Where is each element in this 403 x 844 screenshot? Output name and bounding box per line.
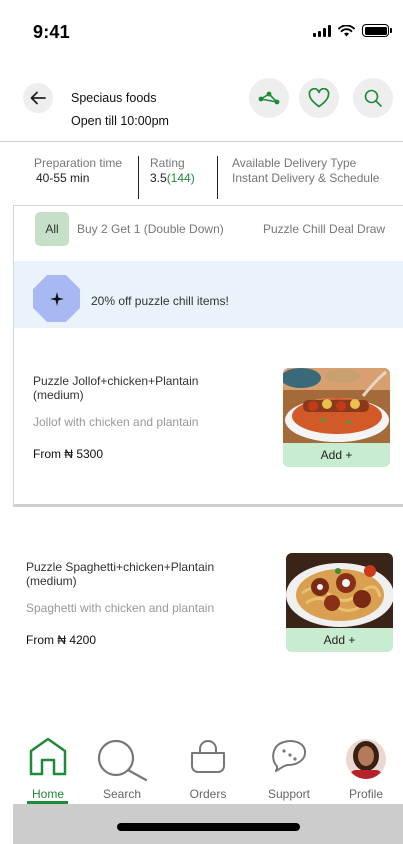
item-name: Puzzle Spaghetti+chicken+Plantain (mediu…	[26, 560, 215, 588]
item-description: Jollof with chicken and plantain	[33, 415, 199, 429]
deal-tabs: All Buy 2 Get 1 (Double Down) Puzzle Chi…	[35, 212, 385, 246]
item-image-card: Add +	[283, 368, 390, 467]
nav-item-orders[interactable]: Orders	[173, 734, 243, 804]
delivery-info: Available Delivery Type Instant Delivery…	[232, 156, 379, 186]
rating-info: Rating 3.5(144)	[150, 156, 195, 186]
home-indicator[interactable]	[117, 823, 300, 831]
chat-bubble-icon	[272, 740, 307, 772]
prep-time-value: 40-55 min	[36, 171, 90, 185]
bottom-nav: Home Search Orders Support Profile	[0, 734, 403, 804]
status-icons	[313, 24, 392, 37]
share-button[interactable]	[249, 78, 289, 118]
nav-label: Profile	[348, 787, 383, 801]
nav-label: Orders	[189, 787, 227, 801]
deal-badge	[33, 275, 80, 322]
basket-icon	[191, 740, 225, 773]
jollof-rice-image	[283, 368, 390, 443]
menu-item[interactable]: Puzzle Spaghetti+chicken+Plantain (mediu…	[26, 560, 266, 647]
store-hours: Open till 10:00pm	[71, 114, 169, 128]
nav-item-profile[interactable]: Profile	[331, 734, 401, 804]
wifi-icon	[338, 24, 355, 36]
delivery-label: Available Delivery Type	[232, 156, 357, 170]
arrow-left-icon	[30, 91, 46, 105]
search-button[interactable]	[353, 78, 393, 118]
add-to-cart-button[interactable]: Add +	[286, 628, 393, 652]
nav-label: Home	[31, 787, 64, 801]
deal-text: 20% off puzzle chill items!	[91, 294, 229, 308]
item-price: From ₦ 5300	[33, 447, 104, 461]
item-description: Spaghetti with chicken and plantain	[26, 601, 215, 615]
store-header: Speciaus foods Open till 10:00pm	[0, 76, 403, 142]
sparkle-icon	[49, 291, 64, 306]
item-name: Puzzle Jollof+chicken+Plantain (medium)	[33, 374, 199, 402]
share-icon	[258, 91, 280, 105]
tab-buy-2-get-1[interactable]: Buy 2 Get 1 (Double Down)	[77, 222, 224, 236]
nav-item-support[interactable]: Support	[254, 734, 324, 804]
nav-label: Search	[102, 787, 142, 801]
rating-value-line: 3.5(144)	[150, 171, 195, 186]
deal-banner[interactable]: 20% off puzzle chill items!	[14, 261, 403, 328]
tab-puzzle-chill-deal-draw[interactable]: Puzzle Chill Deal Draw	[263, 222, 385, 236]
spaghetti-image	[286, 553, 393, 628]
heart-icon	[308, 88, 330, 108]
home-indicator-area	[13, 804, 403, 844]
menu-item[interactable]: Puzzle Jollof+chicken+Plantain (medium) …	[33, 374, 248, 461]
favorite-button[interactable]	[299, 78, 339, 118]
status-time: 9:41	[33, 22, 70, 42]
rating-value: 3.5	[150, 171, 167, 185]
status-bar: 9:41	[0, 0, 403, 60]
divider	[217, 156, 218, 199]
search-icon	[97, 739, 148, 782]
avatar	[346, 739, 386, 779]
search-icon	[364, 89, 382, 107]
nav-label: Support	[267, 787, 311, 801]
rating-label: Rating	[150, 156, 185, 170]
delivery-value: Instant Delivery & Schedule	[232, 171, 380, 185]
add-to-cart-button[interactable]: Add +	[283, 443, 390, 467]
item-image-card: Add +	[286, 553, 393, 652]
store-name: Speciaus foods	[71, 91, 157, 105]
prep-time-info: Preparation time 40-55 min	[34, 156, 122, 186]
store-info-row: Preparation time 40-55 min Rating 3.5(14…	[0, 150, 403, 202]
home-icon	[29, 737, 67, 776]
prep-time-label: Preparation time	[34, 156, 123, 170]
battery-icon	[362, 24, 392, 37]
item-price: From ₦ 4200	[26, 633, 97, 647]
nav-item-search[interactable]: Search	[87, 734, 157, 804]
signal-icon	[313, 24, 331, 37]
back-button[interactable]	[23, 83, 53, 113]
tab-all[interactable]: All	[35, 212, 69, 246]
divider	[138, 156, 139, 199]
deals-section: All Buy 2 Get 1 (Double Down) Puzzle Chi…	[13, 205, 403, 507]
rating-count: (144)	[166, 171, 195, 185]
nav-item-home[interactable]: Home	[13, 734, 83, 804]
